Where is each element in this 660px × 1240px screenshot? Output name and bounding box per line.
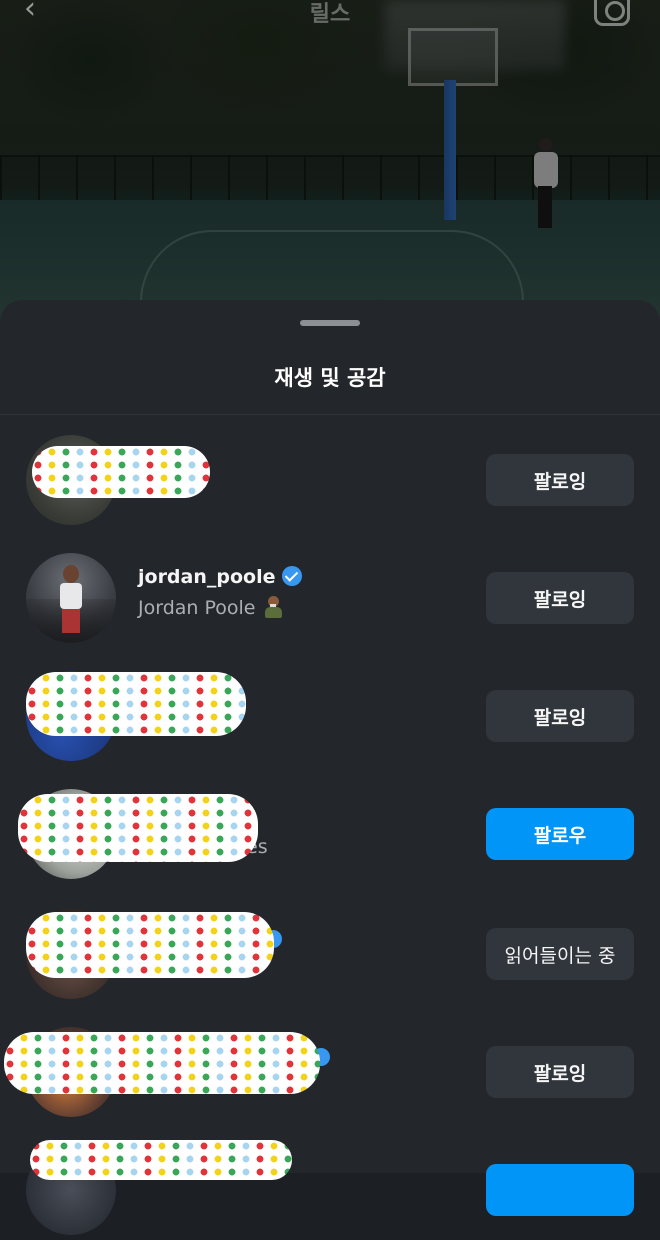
verified-badge-icon (281, 566, 302, 586)
redaction-scribble (4, 1032, 320, 1094)
redaction-scribble (26, 912, 274, 978)
list-item[interactable]: es 팔로우 (0, 784, 660, 884)
person-emoji-icon (264, 596, 282, 618)
full-name: Jordan Poole (138, 596, 282, 619)
following-button[interactable]: 팔로잉 (486, 454, 634, 506)
list-item[interactable]: 읽어들이는 중 (0, 904, 660, 1004)
follow-button[interactable] (486, 1164, 634, 1216)
following-button[interactable]: 팔로잉 (486, 1046, 634, 1098)
divider (0, 414, 660, 415)
redaction-scribble (32, 446, 210, 498)
follow-button[interactable]: 팔로우 (486, 808, 634, 860)
reels-video-background: ‹ 릴스 (0, 0, 660, 330)
redaction-scribble (30, 1140, 292, 1180)
username[interactable]: jordan_poole (138, 566, 302, 588)
full-name-text: Jordan Poole (138, 597, 256, 619)
username-text: jordan_poole (138, 566, 276, 588)
list-item[interactable]: 팔로잉 (0, 1022, 660, 1122)
avatar[interactable] (26, 553, 116, 643)
likes-bottom-sheet: 재생 및 공감 팔로잉 jordan_poole Jordan Poole 팔로… (0, 300, 660, 1235)
sheet-title: 재생 및 공감 (274, 366, 386, 390)
sheet-grabber[interactable] (300, 320, 360, 326)
list-item[interactable]: jordan_poole Jordan Poole 팔로잉 (0, 548, 660, 648)
redaction-scribble (26, 672, 246, 736)
following-button[interactable]: 팔로잉 (486, 690, 634, 742)
list-item[interactable] (0, 1140, 660, 1240)
camera-icon[interactable] (594, 0, 630, 26)
dim-overlay (0, 0, 660, 330)
list-item[interactable]: 팔로잉 (0, 430, 660, 530)
redaction-scribble (18, 794, 258, 862)
loading-button[interactable]: 읽어들이는 중 (486, 928, 634, 980)
following-button[interactable]: 팔로잉 (486, 572, 634, 624)
page-title: 릴스 (309, 2, 351, 27)
list-item[interactable]: 팔로잉 (0, 666, 660, 766)
